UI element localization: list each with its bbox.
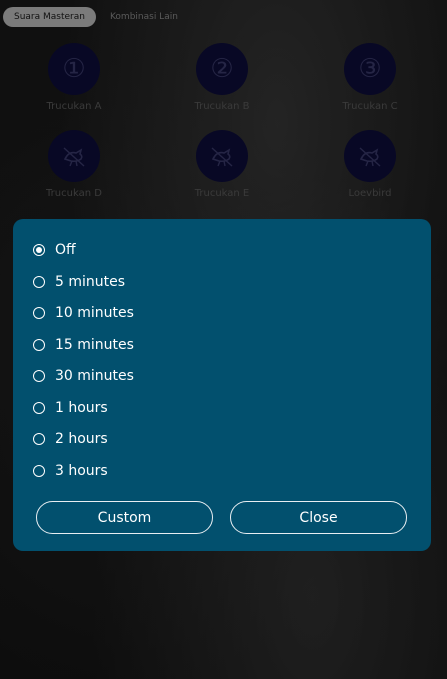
option-label: 30 minutes — [55, 368, 134, 384]
timer-option-off[interactable]: Off — [33, 239, 76, 261]
timer-option-10-minutes[interactable]: 10 minutes — [33, 302, 134, 324]
radio-unselected-icon[interactable] — [33, 339, 45, 351]
sleep-timer-dialog: Off 5 minutes 10 minutes 15 minutes 30 m… — [13, 219, 431, 551]
option-label: 2 hours — [55, 431, 108, 447]
radio-unselected-icon[interactable] — [33, 465, 45, 477]
close-button[interactable]: Close — [230, 501, 407, 534]
option-label: 15 minutes — [55, 337, 134, 353]
option-label: 5 minutes — [55, 274, 126, 290]
radio-unselected-icon[interactable] — [33, 370, 45, 382]
radio-unselected-icon[interactable] — [33, 307, 45, 319]
radio-selected-icon[interactable] — [33, 244, 45, 256]
timer-option-2-hours[interactable]: 2 hours — [33, 428, 108, 450]
option-label: 10 minutes — [55, 305, 134, 321]
option-label: Off — [55, 242, 76, 258]
timer-option-3-hours[interactable]: 3 hours — [33, 460, 108, 482]
timer-option-30-minutes[interactable]: 30 minutes — [33, 365, 134, 387]
custom-button[interactable]: Custom — [36, 501, 213, 534]
timer-option-5-minutes[interactable]: 5 minutes — [33, 271, 125, 293]
radio-unselected-icon[interactable] — [33, 433, 45, 445]
radio-unselected-icon[interactable] — [33, 276, 45, 288]
option-label: 3 hours — [55, 463, 108, 479]
timer-option-1-hours[interactable]: 1 hours — [33, 397, 108, 419]
option-label: 1 hours — [55, 400, 108, 416]
radio-unselected-icon[interactable] — [33, 402, 45, 414]
timer-option-15-minutes[interactable]: 15 minutes — [33, 334, 134, 356]
